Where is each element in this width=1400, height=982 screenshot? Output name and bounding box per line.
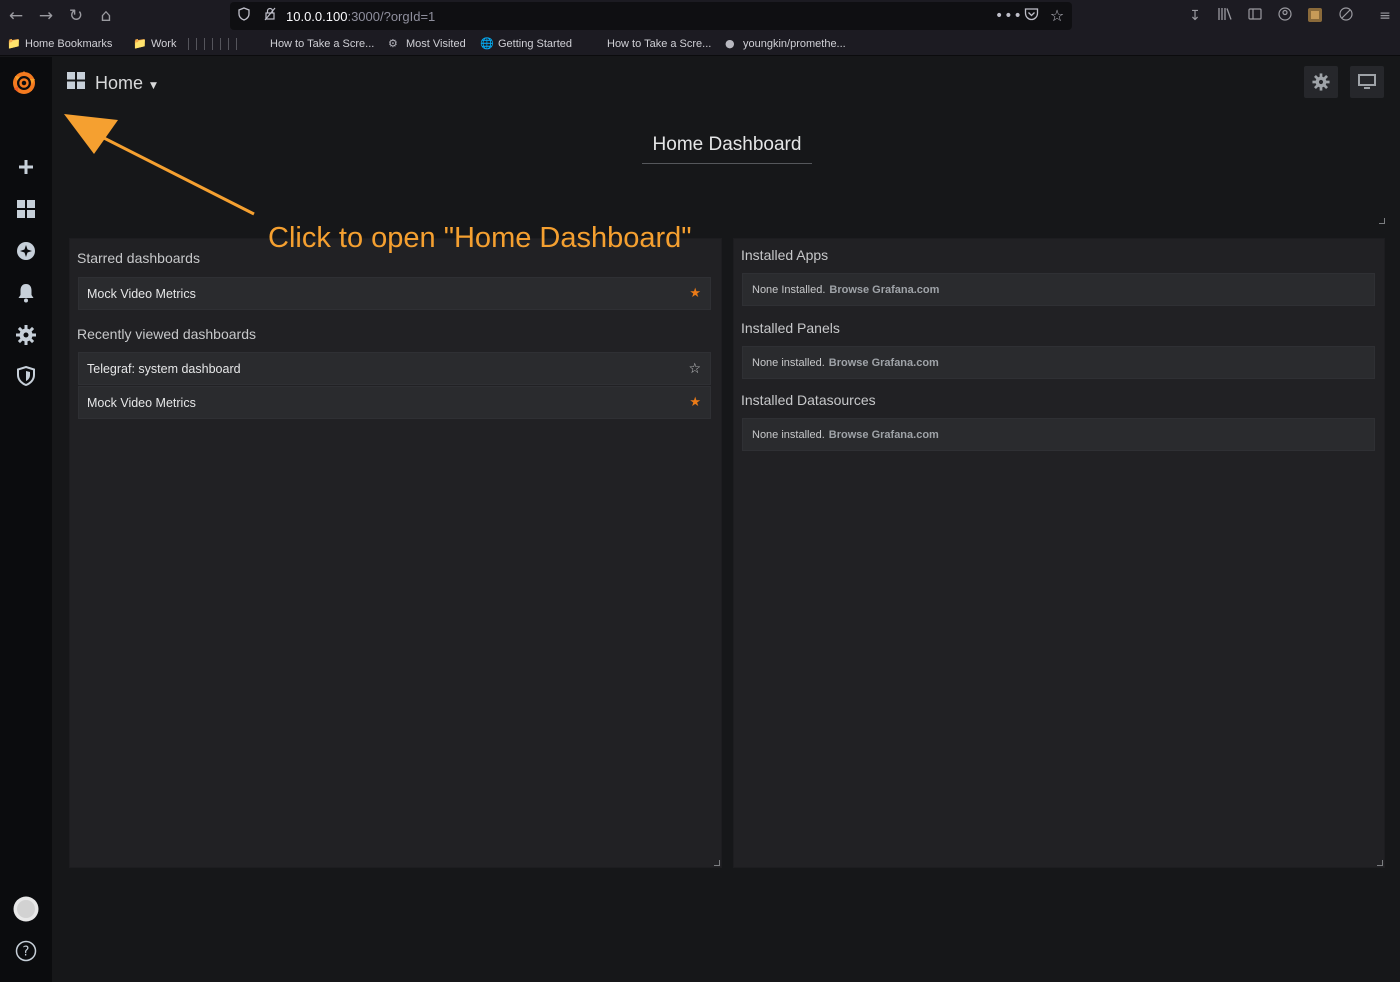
annotation-arrow [64,114,255,216]
annotation-callout: Click to open "Home Dashboard" [268,222,692,254]
